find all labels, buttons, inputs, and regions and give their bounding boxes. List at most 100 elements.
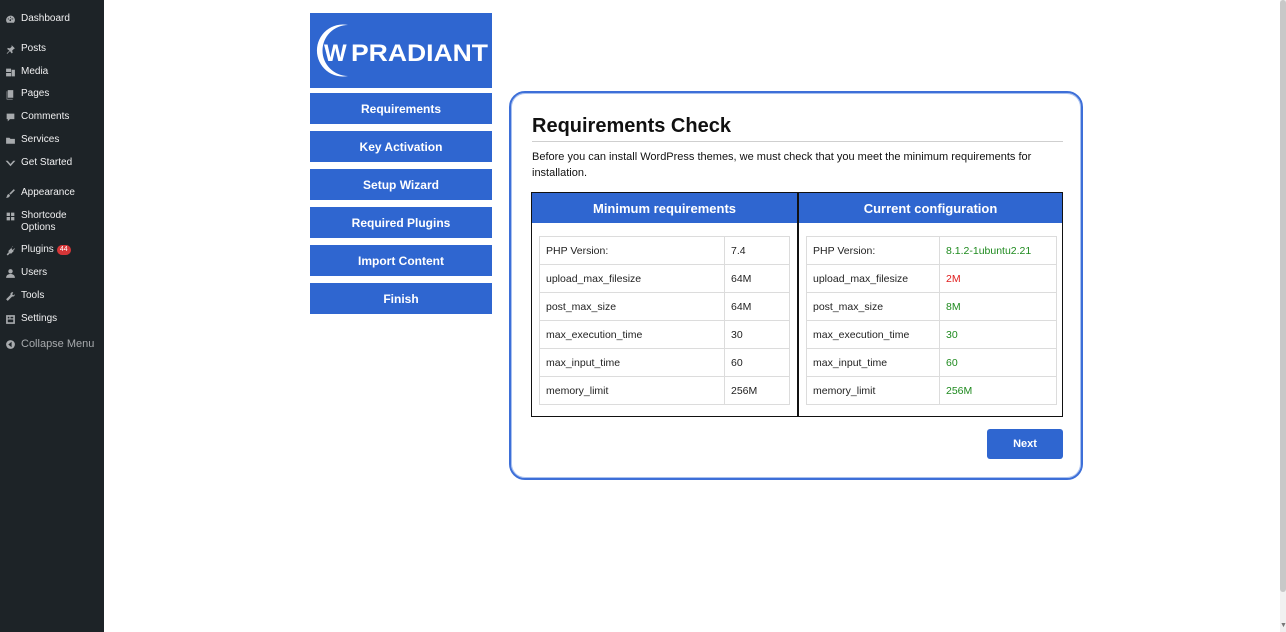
admin-sidebar: Dashboard Posts Media Pages Comments Ser…: [0, 0, 104, 632]
table-row: upload_max_filesize 64M: [539, 264, 790, 293]
current-configuration-header: Current configuration: [799, 193, 1062, 223]
pages-icon: [4, 88, 16, 100]
requirement-min-value: 64M: [724, 292, 790, 321]
wizard-step-requirements[interactable]: Requirements: [310, 93, 492, 124]
table-row: PHP Version: 7.4: [539, 236, 790, 265]
sidebar-item-dashboard[interactable]: Dashboard: [0, 13, 104, 25]
title-divider: [532, 141, 1063, 142]
sidebar-item-label: Plugins: [21, 244, 54, 255]
comment-icon: [4, 111, 16, 123]
sidebar-item-label: Appearance: [21, 187, 75, 198]
wizard-step-finish[interactable]: Finish: [310, 283, 492, 314]
sidebar-item-services[interactable]: Services: [0, 134, 104, 146]
config-current-value: 2M: [939, 264, 1057, 293]
sidebar-item-plugins[interactable]: Plugins 44: [0, 244, 104, 256]
requirement-key: max_input_time: [539, 348, 725, 377]
table-row: upload_max_filesize 2M: [806, 264, 1057, 293]
collapse-menu-label: Collapse Menu: [21, 338, 95, 350]
grid-icon: [4, 210, 16, 222]
scrollbar-thumb[interactable]: [1280, 0, 1286, 592]
logo-initial: W: [324, 40, 347, 67]
config-key: max_execution_time: [806, 320, 940, 349]
next-button[interactable]: Next: [987, 429, 1063, 459]
requirement-min-value: 30: [724, 320, 790, 349]
page-title: Requirements Check: [532, 115, 731, 137]
minimum-requirements-table: PHP Version: 7.4 upload_max_filesize 64M p…: [539, 236, 790, 405]
sidebar-item-label: Settings: [21, 313, 58, 324]
config-current-value: 60: [939, 348, 1057, 377]
wizard-step-required-plugins[interactable]: Required Plugins: [310, 207, 492, 238]
current-configuration-column: Current configuration PHP Version: 8.1.2-…: [797, 193, 1062, 416]
sidebar-item-label: Comments: [21, 111, 70, 122]
wizard-step-import-content[interactable]: Import Content: [310, 245, 492, 276]
sidebar-item-label: Get Started: [21, 157, 73, 168]
sidebar-item-tools[interactable]: Tools: [0, 290, 104, 302]
requirement-min-value: 7.4: [724, 236, 790, 265]
brush-icon: [4, 187, 16, 199]
sidebar-item-settings[interactable]: Settings: [0, 313, 104, 325]
table-row: memory_limit 256M: [539, 376, 790, 405]
requirement-key: upload_max_filesize: [539, 264, 725, 293]
sidebar-item-appearance[interactable]: Appearance: [0, 187, 104, 199]
sidebar-item-shortcode-options[interactable]: Shortcode Options: [0, 210, 104, 234]
requirements-card: Requirements Check Before you can instal…: [509, 91, 1083, 480]
sidebar-item-posts[interactable]: Posts: [0, 43, 104, 55]
table-row: post_max_size 8M: [806, 292, 1057, 321]
plug-icon: [4, 244, 16, 256]
dashboard-icon: [4, 13, 16, 25]
requirements-comparison: Minimum requirements PHP Version: 7.4 upl…: [531, 192, 1063, 417]
sidebar-item-users[interactable]: Users: [0, 267, 104, 279]
wrench-icon: [4, 290, 16, 302]
sidebar-item-label: Tools: [21, 290, 45, 301]
pin-icon: [4, 43, 16, 55]
sidebar-item-label: Dashboard: [21, 13, 70, 24]
sidebar-item-label: Posts: [21, 43, 47, 54]
table-row: post_max_size 64M: [539, 292, 790, 321]
table-row: PHP Version: 8.1.2-1ubuntu2.21: [806, 236, 1057, 265]
plugins-update-badge: 44: [56, 245, 71, 255]
config-key: post_max_size: [806, 292, 940, 321]
sidebar-item-comments[interactable]: Comments: [0, 111, 104, 123]
sidebar-item-media[interactable]: Media: [0, 66, 104, 78]
chevron-icon: [4, 157, 16, 169]
collapse-menu-button[interactable]: Collapse Menu: [0, 338, 104, 350]
folder-icon: [4, 134, 16, 146]
config-current-value: 256M: [939, 376, 1057, 405]
scroll-down-icon[interactable]: ▼: [1280, 620, 1286, 632]
current-configuration-table: PHP Version: 8.1.2-1ubuntu2.21 upload_max…: [806, 236, 1057, 405]
requirement-min-value: 60: [724, 348, 790, 377]
requirement-min-value: 256M: [724, 376, 790, 405]
sidebar-item-label: Pages: [21, 88, 50, 99]
requirement-key: post_max_size: [539, 292, 725, 321]
config-current-value: 8.1.2-1ubuntu2.21: [939, 236, 1057, 265]
requirement-min-value: 64M: [724, 264, 790, 293]
sidebar-item-label: Services: [21, 134, 60, 145]
config-current-value: 30: [939, 320, 1057, 349]
config-key: max_input_time: [806, 348, 940, 377]
requirement-key: memory_limit: [539, 376, 725, 405]
logo-mark: W PRADIANT: [316, 24, 488, 77]
sidebar-item-label: Media: [21, 66, 49, 77]
requirement-key: max_execution_time: [539, 320, 725, 349]
sidebar-item-get-started[interactable]: Get Started: [0, 157, 104, 169]
table-row: max_input_time 60: [539, 348, 790, 377]
table-row: max_execution_time 30: [806, 320, 1057, 349]
sidebar-item-pages[interactable]: Pages: [0, 88, 104, 100]
sidebar-item-label: Shortcode Options: [21, 210, 67, 233]
sidebar-item-label: Users: [21, 267, 48, 278]
requirements-description: Before you can install WordPress themes,…: [532, 151, 1032, 179]
wizard-step-setup-wizard[interactable]: Setup Wizard: [310, 169, 492, 200]
table-row: max_execution_time 30: [539, 320, 790, 349]
page-scrollbar[interactable]: ▼: [1280, 0, 1286, 632]
user-icon: [4, 267, 16, 279]
config-key: upload_max_filesize: [806, 264, 940, 293]
config-key: memory_limit: [806, 376, 940, 405]
table-row: memory_limit 256M: [806, 376, 1057, 405]
table-row: max_input_time 60: [806, 348, 1057, 377]
settings-icon: [4, 313, 16, 325]
wizard-step-key-activation[interactable]: Key Activation: [310, 131, 492, 162]
minimum-requirements-column: Minimum requirements PHP Version: 7.4 upl…: [532, 193, 797, 416]
requirement-key: PHP Version:: [539, 236, 725, 265]
config-current-value: 8M: [939, 292, 1057, 321]
minimum-requirements-header: Minimum requirements: [532, 193, 797, 223]
